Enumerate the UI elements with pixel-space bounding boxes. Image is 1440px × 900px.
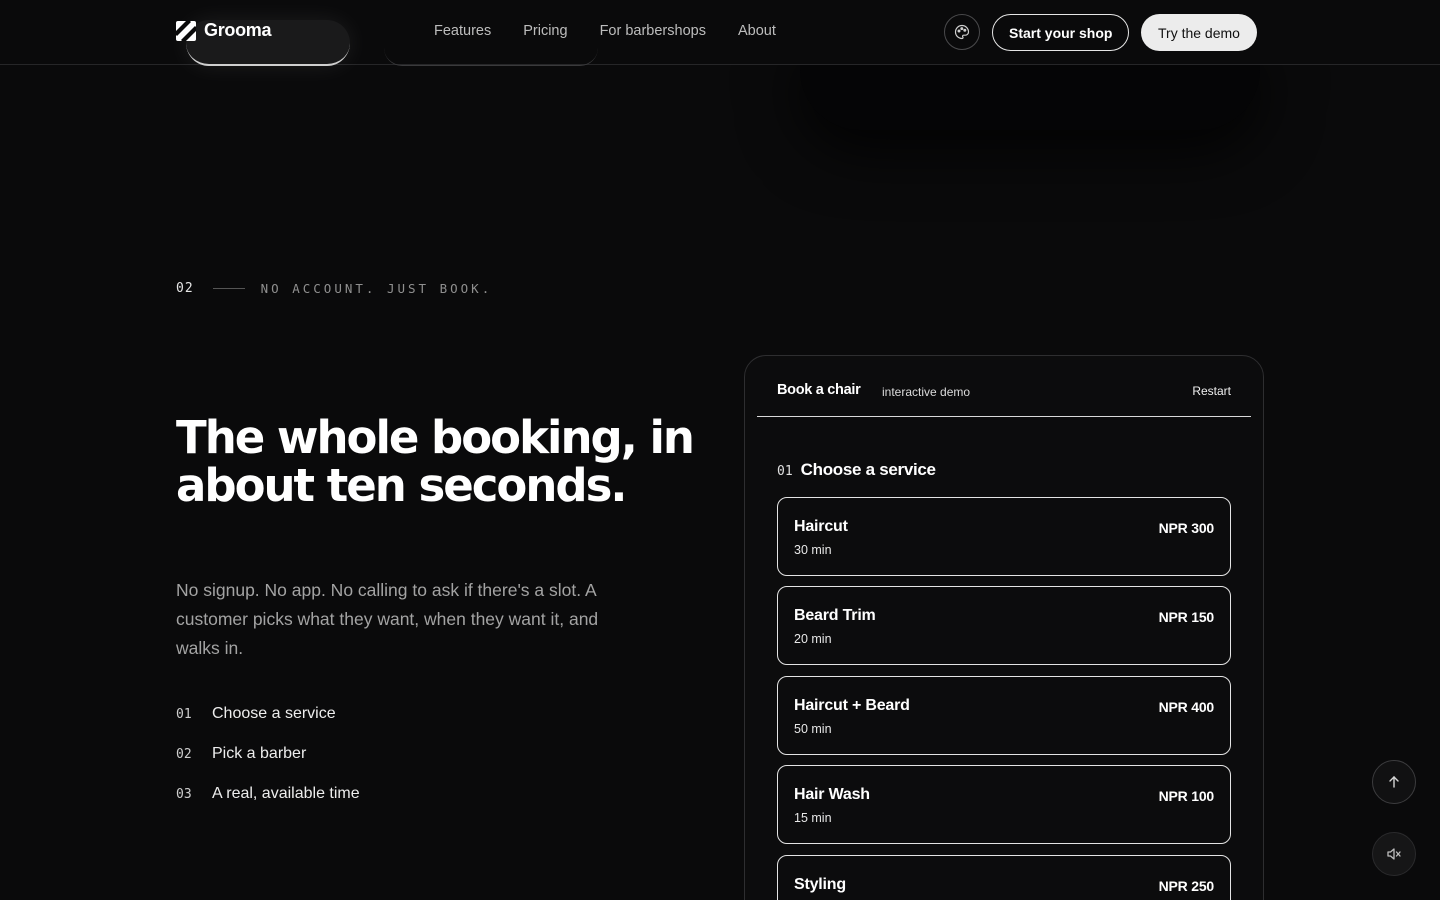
service-option-haircut[interactable]: Haircut 30 min NPR 300 [777, 497, 1231, 576]
eyebrow-divider [212, 288, 245, 289]
booking-demo-card: Book a chair interactive demo Restart 01… [744, 355, 1264, 900]
section-number: 02 [176, 281, 194, 296]
service-duration: 50 min [794, 722, 832, 736]
nav-link-features[interactable]: Features [434, 23, 491, 39]
nav-link-about[interactable]: About [738, 23, 776, 39]
service-duration: 20 min [794, 632, 832, 646]
brand-name: Grooma [204, 20, 272, 40]
service-option-haircut-beard[interactable]: Haircut + Beard 50 min NPR 400 [777, 676, 1231, 755]
service-name: Hair Wash [794, 786, 870, 803]
section-eyebrow: 02 NO ACCOUNT. JUST BOOK. [176, 281, 492, 296]
scroll-to-top-button[interactable] [1372, 760, 1416, 804]
service-price: NPR 100 [1158, 788, 1215, 804]
logo-icon [176, 20, 196, 41]
section-headline: The whole booking, in about ten seconds. [176, 411, 695, 512]
service-price: NPR 250 [1158, 878, 1215, 894]
sound-toggle-button[interactable] [1372, 832, 1416, 876]
list-item: 01 Choose a service [176, 694, 360, 734]
list-item: 03 A real, available time [176, 774, 360, 814]
step-number: 03 [176, 786, 192, 802]
step-label: A real, available time [212, 785, 360, 802]
service-name: Styling [794, 876, 846, 893]
list-item: 02 Pick a barber [176, 734, 360, 774]
service-option-hair-wash[interactable]: Hair Wash 15 min NPR 100 [777, 765, 1231, 844]
nav-link-for-barbershops[interactable]: For barbershops [600, 23, 706, 39]
demo-card-subtitle: interactive demo [882, 385, 971, 399]
step-number: 02 [176, 746, 192, 762]
theme-toggle-button[interactable] [944, 14, 980, 50]
current-step-heading: 01 Choose a service [777, 460, 936, 480]
section-eyebrow-text: NO ACCOUNT. JUST BOOK. [260, 281, 493, 296]
step-number: 01 [176, 706, 192, 722]
service-duration: 30 min [794, 543, 832, 557]
step-label: Choose a service [212, 705, 336, 722]
brand-logo[interactable]: Grooma [176, 20, 272, 41]
service-name: Beard Trim [794, 607, 876, 624]
start-your-shop-button[interactable]: Start your shop [992, 14, 1130, 51]
volume-mute-icon [1387, 848, 1401, 860]
demo-card-title: Book a chair [777, 382, 861, 398]
service-name: Haircut + Beard [794, 697, 910, 714]
current-step-number: 01 [777, 464, 793, 479]
top-navigation: Grooma Features Pricing For barbershops … [0, 0, 1440, 66]
demo-card-header: Book a chair interactive demo Restart [757, 356, 1251, 417]
service-option-styling[interactable]: Styling NPR 250 [777, 855, 1231, 900]
step-label: Pick a barber [212, 745, 307, 762]
service-price: NPR 150 [1158, 609, 1215, 625]
booking-steps-list: 01 Choose a service 02 Pick a barber 03 … [176, 694, 360, 814]
restart-button[interactable]: Restart [1192, 384, 1231, 398]
service-name: Haircut [794, 518, 848, 535]
arrow-up-icon [1389, 776, 1399, 788]
current-step-title: Choose a service [800, 460, 936, 479]
service-price: NPR 300 [1158, 520, 1215, 536]
main-menu: Features Pricing For barbershops About [434, 23, 776, 39]
palette-icon [954, 24, 970, 40]
service-option-beard-trim[interactable]: Beard Trim 20 min NPR 150 [777, 586, 1231, 665]
service-duration: 15 min [794, 811, 832, 825]
section-description: No signup. No app. No calling to ask if … [176, 580, 599, 658]
service-price: NPR 400 [1158, 699, 1215, 715]
try-the-demo-button[interactable]: Try the demo [1141, 14, 1257, 51]
nav-link-pricing[interactable]: Pricing [523, 23, 567, 39]
